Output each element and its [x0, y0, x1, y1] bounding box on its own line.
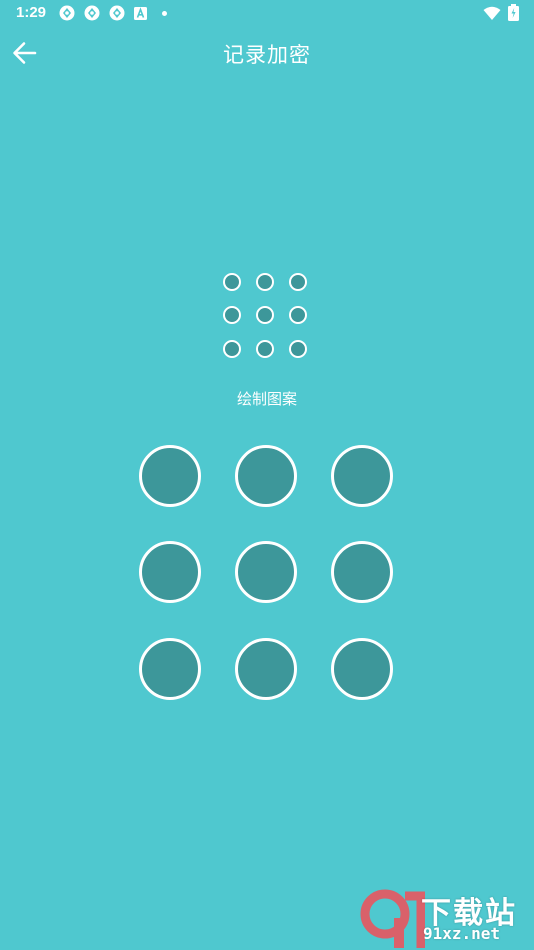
preview-dot	[223, 306, 241, 324]
pattern-node-5[interactable]	[235, 541, 297, 603]
pattern-node-4[interactable]	[139, 541, 201, 603]
more-notifications-dot	[162, 11, 167, 16]
preview-dot	[256, 306, 274, 324]
status-time: 1:29	[16, 4, 47, 21]
pattern-node-3[interactable]	[331, 445, 393, 507]
watermark-url: 91xz.net	[423, 924, 501, 943]
watermark-logo	[360, 889, 425, 948]
battery-icon	[508, 4, 519, 21]
pattern-node-2[interactable]	[235, 445, 297, 507]
pattern-node-6[interactable]	[331, 541, 393, 603]
status-bar: 1:29	[0, 0, 534, 28]
pattern-node-7[interactable]	[139, 638, 201, 700]
preview-dot	[256, 273, 274, 291]
app-notification-icon	[84, 5, 100, 21]
font-a-icon	[134, 7, 147, 20]
app-bar: 记录加密	[0, 28, 534, 78]
preview-dot	[223, 273, 241, 291]
page-title: 记录加密	[223, 43, 311, 67]
preview-dot	[256, 340, 274, 358]
pattern-node-8[interactable]	[235, 638, 297, 700]
wifi-icon	[483, 6, 501, 20]
pattern-node-1[interactable]	[139, 445, 201, 507]
watermark: 下载站 91xz.net	[359, 888, 534, 950]
app-notification-icon	[109, 5, 125, 21]
app-notification-icon	[59, 5, 75, 21]
preview-dot	[223, 340, 241, 358]
preview-dot	[289, 340, 307, 358]
preview-dot	[289, 306, 307, 324]
pattern-node-9[interactable]	[331, 638, 393, 700]
draw-pattern-hint: 绘制图案	[236, 390, 297, 408]
preview-dot	[289, 273, 307, 291]
